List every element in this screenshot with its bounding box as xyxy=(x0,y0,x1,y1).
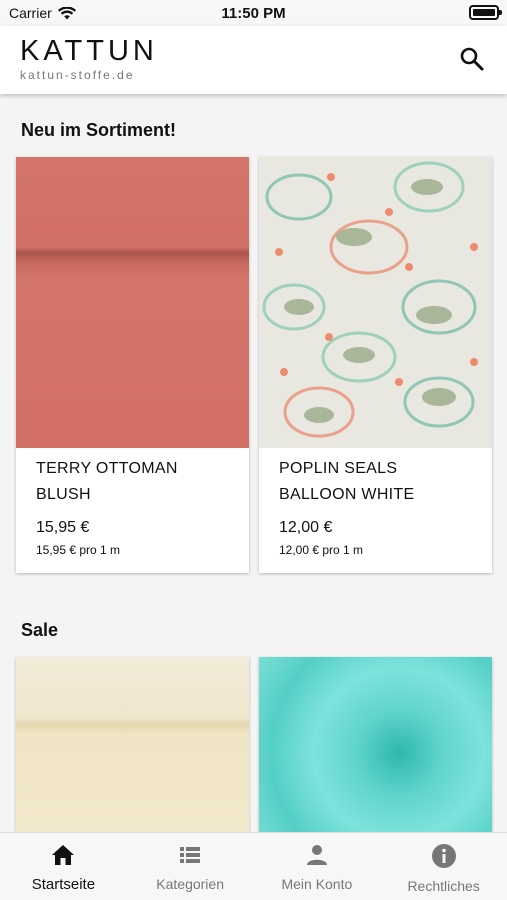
nav-item-mein-konto[interactable]: Mein Konto xyxy=(254,833,381,900)
list-icon xyxy=(180,847,201,863)
main-content[interactable]: Neu im Sortiment! TERRY OTTOMAN BLUSH 15… xyxy=(0,94,507,832)
product-name: TERRY OTTOMAN BLUSH xyxy=(36,460,178,503)
brand-domain: kattun-stoffe.de xyxy=(20,68,135,82)
product-image xyxy=(259,657,492,832)
product-unit-price: 15,95 € pro 1 m xyxy=(36,543,121,557)
bottom-navigation: Startseite Kategorien Mein Konto Rechtli… xyxy=(0,832,507,900)
nav-item-kategorien[interactable]: Kategorien xyxy=(127,833,254,900)
product-unit-price: 12,00 € pro 1 m xyxy=(279,543,364,557)
search-button[interactable] xyxy=(459,46,485,72)
product-image xyxy=(16,657,249,832)
app-header: KATTUN kattun-stoffe.de xyxy=(0,26,507,94)
nav-label: Startseite xyxy=(31,876,96,893)
battery-icon xyxy=(469,5,502,20)
product-card[interactable]: TERRY OTTOMAN BLUSH 15,95 € 15,95 € pro … xyxy=(16,157,249,573)
clock: 11:50 PM xyxy=(221,5,286,22)
nav-item-startseite[interactable]: Startseite xyxy=(0,833,127,900)
info-icon xyxy=(431,844,456,868)
person-icon xyxy=(306,845,327,865)
product-image xyxy=(16,157,249,448)
product-price: 15,95 € xyxy=(36,519,90,536)
section-title-new: Neu im Sortiment! xyxy=(21,120,177,140)
logo[interactable]: KATTUN kattun-stoffe.de xyxy=(20,36,158,82)
section-title-sale: Sale xyxy=(21,620,59,640)
product-card[interactable] xyxy=(259,657,492,832)
nav-label: Kategorien xyxy=(156,876,224,892)
nav-label: Mein Konto xyxy=(281,876,353,892)
product-image xyxy=(259,157,492,448)
nav-label: Rechtliches xyxy=(407,878,480,894)
product-name: POPLIN SEALS BALLOON WHITE xyxy=(279,460,415,503)
product-card[interactable] xyxy=(16,657,249,832)
status-bar: Carrier 11:50 PM xyxy=(0,0,507,26)
search-icon xyxy=(460,47,484,71)
product-card[interactable]: POPLIN SEALS BALLOON WHITE 12,00 € 12,00… xyxy=(259,157,492,573)
home-icon xyxy=(52,845,75,865)
brand-name: KATTUN xyxy=(20,35,158,67)
nav-item-rechtliches[interactable]: Rechtliches xyxy=(380,833,507,900)
product-price: 12,00 € xyxy=(279,519,333,536)
